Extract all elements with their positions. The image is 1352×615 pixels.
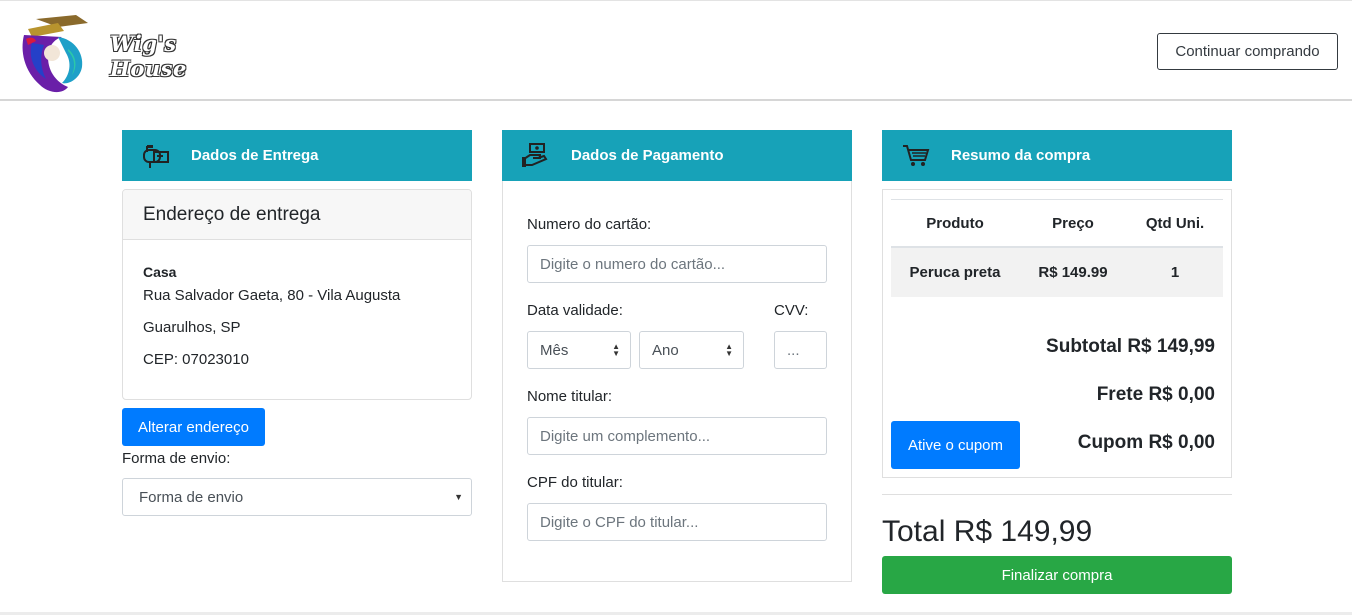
column-header-qty: Qtd Uni. xyxy=(1145,214,1205,232)
change-address-button[interactable]: Alterar endereço xyxy=(122,408,265,446)
address-name: Casa xyxy=(143,264,177,280)
holder-name-label: Nome titular: xyxy=(527,388,613,405)
shopping-cart-icon xyxy=(901,142,931,170)
shipping-method-label: Forma de envio: xyxy=(122,450,231,467)
subtotal-text: Subtotal R$ 149,99 xyxy=(1046,336,1215,357)
updown-caret-icon: ▲ ▼ xyxy=(612,342,620,358)
address-city: Guarulhos, SP xyxy=(143,319,241,336)
table-row: Peruca preta R$ 149.99 1 xyxy=(891,248,1223,297)
updown-caret-icon: ▲ ▼ xyxy=(725,342,733,358)
cell-price: R$ 149.99 xyxy=(1038,264,1108,281)
expiry-month-value: Mês xyxy=(540,341,569,359)
cvv-label: CVV: xyxy=(774,302,809,319)
holder-name-input[interactable]: Digite um complemento... xyxy=(527,417,827,455)
address-cep: CEP: 07023010 xyxy=(143,351,249,368)
payment-section-header: Dados de Pagamento xyxy=(502,130,852,181)
caret-down-icon: ▼ xyxy=(454,492,463,502)
cvv-input[interactable]: ... xyxy=(774,331,827,369)
checkout-button[interactable]: Finalizar compra xyxy=(882,556,1232,594)
apply-coupon-button[interactable]: Ative o cupom xyxy=(891,421,1020,469)
summary-section-header: Resumo da compra xyxy=(882,130,1232,181)
address-street: Rua Salvador Gaeta, 80 - Vila Augusta xyxy=(143,287,401,304)
payment-section-title: Dados de Pagamento xyxy=(571,147,724,164)
order-items-table: Produto Preço Qtd Uni. Peruca preta R$ 1… xyxy=(891,199,1223,297)
expiry-month-select[interactable]: Mês ▲ ▼ xyxy=(527,331,631,369)
divider xyxy=(882,494,1232,495)
column-header-price: Preço xyxy=(1052,214,1094,232)
holder-cpf-label: CPF do titular: xyxy=(527,474,623,491)
shipping-cost-text: Frete R$ 0,00 xyxy=(1096,384,1215,405)
cell-product: Peruca preta xyxy=(909,264,1001,281)
mailbox-icon xyxy=(141,142,171,170)
coupon-discount-text: Cupom R$ 0,00 xyxy=(1077,432,1215,453)
shipping-method-value: Forma de envio xyxy=(139,488,244,506)
wig-logo-icon xyxy=(22,15,88,93)
card-number-input[interactable]: Digite o numero do cartão... xyxy=(527,245,827,283)
delivery-address-card: Endereço de entrega Casa Rua Salvador Ga… xyxy=(122,189,472,400)
delivery-section-title: Dados de Entrega xyxy=(191,147,319,164)
address-card-title: Endereço de entrega xyxy=(123,190,471,240)
brand-name: Wig's House xyxy=(110,31,187,81)
delivery-section-header: Dados de Entrega xyxy=(122,130,472,181)
shipping-method-select[interactable]: Forma de envio ▼ xyxy=(122,478,472,516)
order-summary-card: Produto Preço Qtd Uni. Peruca preta R$ 1… xyxy=(882,189,1232,478)
table-header-row: Produto Preço Qtd Uni. xyxy=(891,200,1223,248)
expiry-label: Data validade: xyxy=(527,302,623,319)
card-number-label: Numero do cartão: xyxy=(527,216,652,233)
cell-qty: 1 xyxy=(1170,264,1180,281)
column-header-product: Produto xyxy=(926,214,984,232)
money-hand-icon xyxy=(521,142,551,170)
continue-shopping-button[interactable]: Continuar comprando xyxy=(1157,33,1338,70)
summary-section-title: Resumo da compra xyxy=(951,147,1091,164)
expiry-year-value: Ano xyxy=(652,341,679,359)
brand-logo[interactable]: Wig's House xyxy=(18,13,218,97)
top-navbar: Wig's House Continuar comprando xyxy=(0,0,1352,101)
expiry-year-select[interactable]: Ano ▲ ▼ xyxy=(639,331,744,369)
holder-cpf-input[interactable]: Digite o CPF do titular... xyxy=(527,503,827,541)
order-total: Total R$ 149,99 xyxy=(882,515,1093,548)
